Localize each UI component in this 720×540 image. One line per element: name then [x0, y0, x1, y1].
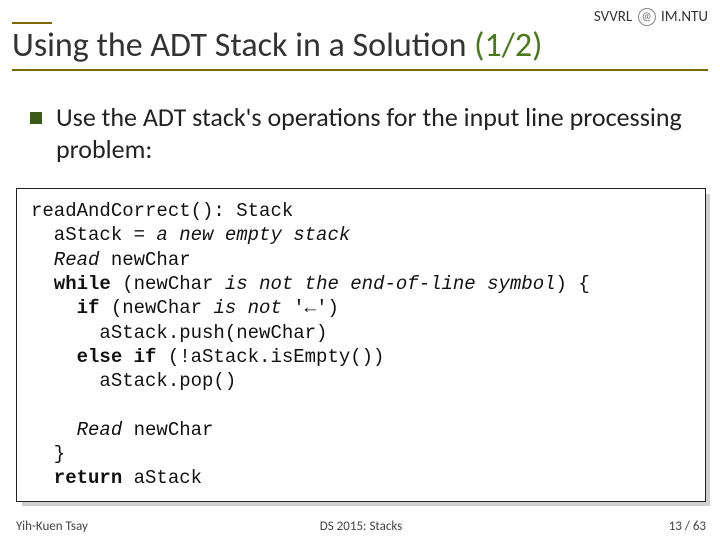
slide: SVVRL @ IM.NTU Using the ADT Stack in a …: [0, 0, 720, 540]
title-rule-bottom: [12, 69, 708, 71]
code-line: return aStack: [31, 467, 202, 489]
footer-author: Yih-Kuen Tsay: [16, 519, 88, 534]
footer-page: 13 / 63: [669, 519, 706, 534]
page-sep: /: [682, 519, 693, 534]
title-rule-top: [12, 22, 52, 24]
code-line: }: [31, 443, 65, 465]
code-line: aStack.push(newChar): [31, 322, 327, 344]
page-current: 13: [669, 519, 682, 534]
footer: Yih-Kuen Tsay DS 2015: Stacks 13 / 63: [16, 519, 706, 534]
bullet-row: Use the ADT stack's operations for the i…: [30, 102, 702, 165]
code-line: if (newChar is not '←'): [31, 297, 339, 319]
code-content: readAndCorrect(): Stack aStack = a new e…: [16, 188, 706, 502]
code-line: else if (!aStack.isEmpty()): [31, 346, 384, 368]
bullet-text: Use the ADT stack's operations for the i…: [56, 102, 702, 165]
title-main: Using the ADT Stack in a Solution: [12, 25, 466, 66]
code-block: readAndCorrect(): Stack aStack = a new e…: [16, 188, 706, 502]
code-line: Read newChar: [31, 249, 191, 271]
body: Use the ADT stack's operations for the i…: [30, 102, 702, 165]
code-line: readAndCorrect(): Stack: [31, 200, 293, 222]
code-line: while (newChar is not the end-of-line sy…: [31, 273, 590, 295]
page-total: 63: [693, 519, 706, 534]
code-line: Read newChar: [31, 419, 213, 441]
code-line: [31, 395, 42, 417]
footer-course: DS 2015: Stacks: [320, 519, 402, 534]
code-line: aStack.pop(): [31, 370, 236, 392]
square-bullet-icon: [30, 112, 42, 124]
title-block: Using the ADT Stack in a Solution (1/2): [12, 22, 708, 71]
title-part: (1/2): [474, 25, 542, 66]
code-line: aStack = a new empty stack: [31, 224, 350, 246]
page-title: Using the ADT Stack in a Solution (1/2): [12, 26, 708, 65]
